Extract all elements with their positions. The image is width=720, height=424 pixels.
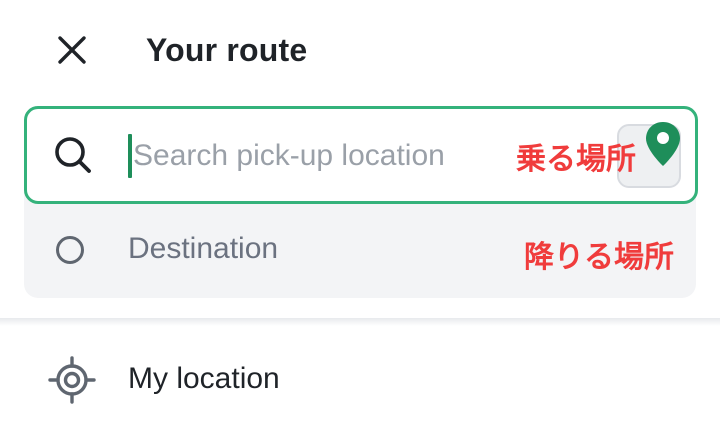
route-screen: Your route 乗る場所 Destination 降りる場所 My loc… (0, 0, 720, 424)
close-icon (58, 36, 86, 64)
header: Your route (0, 0, 720, 100)
divider (0, 318, 720, 326)
page-title: Your route (146, 32, 308, 68)
close-button[interactable] (52, 30, 92, 70)
search-icon (55, 137, 91, 173)
list-item-my-location[interactable]: My location (0, 340, 720, 424)
map-pin-icon (646, 122, 680, 166)
pickup-annotation: 乗る場所 (516, 142, 636, 177)
circle-outline-icon (56, 236, 84, 264)
list-item-label: My location (128, 362, 280, 395)
pickup-search-input[interactable] (131, 129, 513, 183)
destination-annotation: 降りる場所 (524, 240, 674, 275)
destination-field[interactable]: Destination (128, 232, 278, 266)
crosshair-target-icon (48, 356, 96, 404)
